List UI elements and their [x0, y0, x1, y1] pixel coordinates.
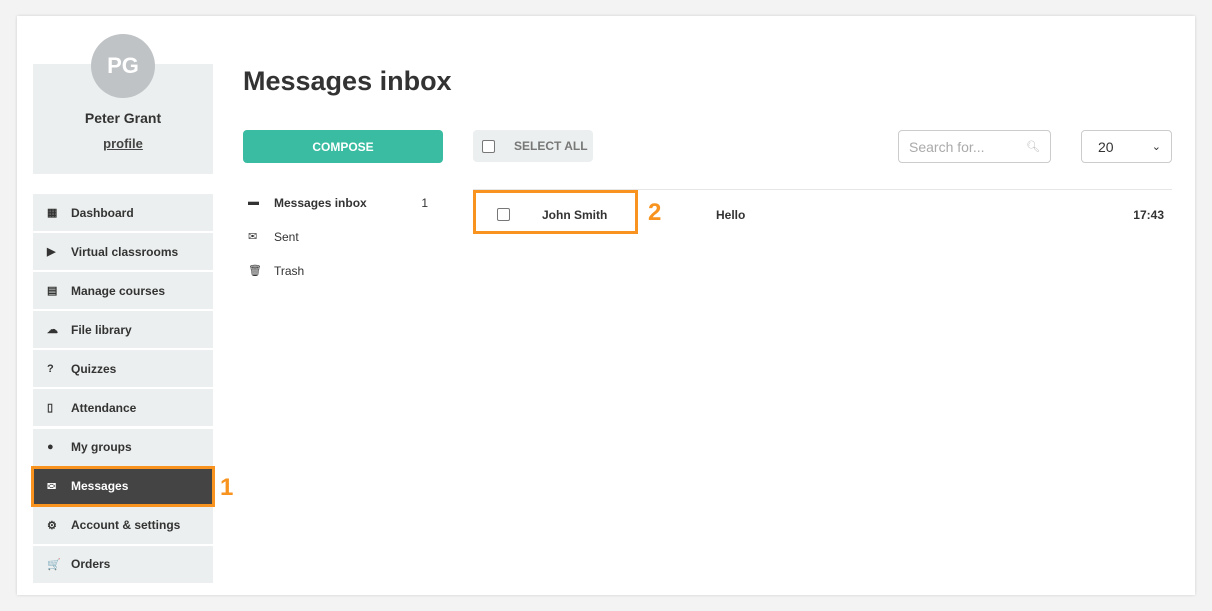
compose-button[interactable]: COMPOSE — [243, 130, 443, 163]
archive-icon: ▬ — [248, 196, 259, 208]
select-all-checkbox[interactable] — [482, 139, 495, 153]
per-page-value: 20 — [1098, 138, 1114, 155]
question-circle-icon: ? — [47, 362, 54, 375]
message-checkbox[interactable] — [497, 208, 510, 221]
sidebar-item-label: File library — [71, 322, 132, 337]
envelope-icon: ✉ — [47, 480, 57, 493]
folder-sent[interactable]: ✉ Sent — [248, 230, 438, 264]
message-row[interactable]: John Smith 2 Hello 17:43 — [473, 190, 1172, 234]
sidebar-item-label: Messages — [71, 479, 129, 494]
gear-icon: ⚙ — [47, 519, 57, 532]
sidebar-item-label: Dashboard — [71, 205, 134, 220]
envelope-icon: ✉ — [248, 231, 258, 243]
sidebar-item-messages[interactable]: ✉ Messages — [31, 465, 215, 507]
folder-label: Messages inbox — [274, 196, 367, 210]
profile-link[interactable]: profile — [33, 136, 213, 151]
folder-label: Trash — [274, 264, 305, 278]
sidebar-item-manage-courses[interactable]: ▤ Manage courses — [33, 272, 213, 310]
message-subject[interactable]: Hello — [716, 208, 745, 222]
folder-count: 1 — [421, 196, 428, 210]
search-input[interactable]: Search for... 🔍︎ — [898, 130, 1051, 163]
sidebar-item-dashboard[interactable]: ▦ Dashboard — [33, 194, 213, 231]
folder-messages-inbox[interactable]: ▬ Messages inbox 1 — [248, 196, 438, 230]
chevron-down-icon: ⌄ — [1151, 141, 1161, 153]
sidebar-item-label: My groups — [71, 440, 132, 455]
sidebar-item-orders[interactable]: 🛒 Orders — [33, 545, 213, 583]
folder-trash[interactable]: 🗑 Trash — [248, 264, 438, 298]
dashboard-icon: ▦ — [47, 207, 58, 219]
sidebar-item-file-library[interactable]: ☁ File library — [33, 311, 213, 349]
annotation-marker-2: 2 — [648, 199, 662, 226]
book-icon: ▤ — [47, 285, 58, 298]
per-page-select[interactable]: 20 ⌄ — [1081, 130, 1172, 163]
sidebar-item-quizzes[interactable]: ? Quizzes — [33, 350, 213, 388]
sidebar-item-label: Attendance — [71, 400, 137, 415]
message-sender[interactable]: John Smith — [542, 208, 607, 222]
select-all-button[interactable]: SELECT ALL — [473, 130, 593, 162]
user-name: Peter Grant — [84, 110, 162, 126]
annotation-marker-1: 1 — [220, 474, 234, 501]
sidebar-item-account-settings[interactable]: ⚙ Account & settings — [33, 506, 213, 544]
trash-icon: 🗑 — [248, 265, 262, 277]
sidebar-item-label: Virtual classrooms — [71, 244, 179, 259]
folder-label: Sent — [274, 230, 299, 244]
sidebar-item-label: Orders — [71, 557, 111, 572]
message-time: 17:43 — [1133, 208, 1164, 222]
play-circle-icon: ▶ — [47, 246, 56, 259]
cloud-upload-icon: ☁ — [47, 324, 58, 337]
sidebar-item-virtual-classrooms[interactable]: ▶ Virtual classrooms — [33, 233, 213, 271]
select-all-label: SELECT ALL — [514, 139, 588, 153]
search-placeholder: Search for... — [909, 138, 985, 155]
sidebar-item-label: Quizzes — [71, 361, 117, 376]
avatar: PG — [91, 34, 155, 98]
page-title: Messages inbox — [243, 66, 452, 96]
sidebar-item-attendance[interactable]: ▯ Attendance — [33, 389, 213, 427]
sidebar-nav: ▦ Dashboard ▶ Virtual classrooms ▤ Manage cou… — [31, 194, 215, 585]
cart-icon: 🛒 — [47, 558, 61, 571]
users-icon: ● — [47, 441, 54, 454]
file-text-icon: ▯ — [47, 402, 54, 415]
sidebar-item-my-groups[interactable]: ● My groups — [33, 428, 213, 466]
search-icon: 🔍︎ — [1026, 141, 1040, 153]
folder-list: ▬ Messages inbox 1 ✉ Sent 🗑 Trash — [248, 196, 438, 298]
sidebar-item-label: Manage courses — [71, 283, 166, 298]
sidebar-item-label: Account & settings — [71, 518, 181, 533]
